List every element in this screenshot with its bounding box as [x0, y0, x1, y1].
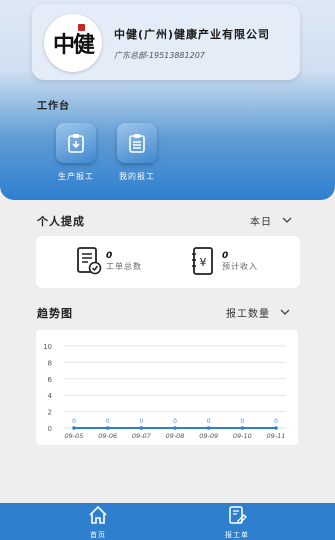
- metric-selector-label: 报工数量: [226, 309, 270, 320]
- data-label: 0: [106, 418, 110, 425]
- nav-report-sheet[interactable]: 报工单: [212, 505, 262, 540]
- home-icon: [89, 505, 107, 524]
- stats-card: 0 工单总数 ¥ 0 预计收入: [36, 236, 300, 288]
- y-tick-label: 6: [48, 376, 53, 384]
- work-order-total: 0 工单总数: [76, 246, 142, 276]
- document-check-icon: [77, 247, 102, 275]
- x-tick-label: 09-06: [98, 432, 117, 440]
- chevron-down-icon: [280, 309, 290, 315]
- clipboard-download-icon: [56, 123, 96, 163]
- y-tick-label: 0: [48, 425, 52, 433]
- x-tick-label: 09-09: [199, 432, 218, 440]
- chevron-down-icon: [282, 217, 292, 223]
- data-label: 0: [207, 418, 211, 425]
- data-point: [139, 426, 144, 430]
- work-order-total-label: 工单总数: [106, 261, 142, 271]
- y-tick-label: 10: [43, 343, 52, 351]
- expected-income-label: 预计收入: [222, 261, 258, 271]
- bottom-nav-bar: 首页 报工单: [0, 503, 335, 540]
- company-subtitle: 广东总部-19513881207: [114, 51, 205, 60]
- data-point: [105, 426, 110, 430]
- data-label: 0: [274, 418, 278, 425]
- data-label: 0: [72, 418, 76, 425]
- data-point: [274, 426, 278, 430]
- y-tick-label: 2: [48, 409, 52, 417]
- my-report-button[interactable]: 我的报工: [111, 123, 163, 182]
- data-point: [206, 426, 211, 430]
- x-tick-label: 09-07: [132, 432, 152, 440]
- trend-title: 趋势图: [37, 307, 73, 320]
- logo-text: 中健: [52, 32, 95, 58]
- data-point: [72, 426, 76, 430]
- nav-home[interactable]: 首页: [73, 505, 123, 540]
- period-selector[interactable]: 本日: [250, 213, 292, 228]
- company-card: 中健 中健(广州)健康产业有限公司 广东总部-19513881207: [32, 4, 300, 80]
- production-report-button[interactable]: 生产报工: [50, 123, 102, 182]
- yen-notebook-icon: ¥: [192, 247, 213, 275]
- period-selector-label: 本日: [250, 217, 272, 228]
- svg-text:¥: ¥: [200, 256, 207, 269]
- company-name: 中健(广州)健康产业有限公司: [114, 28, 271, 41]
- my-report-label: 我的报工: [119, 172, 155, 181]
- metric-selector[interactable]: 报工数量: [226, 305, 290, 320]
- data-point: [240, 426, 245, 430]
- workbench-title: 工作台: [37, 101, 70, 112]
- x-tick-label: 09-10: [233, 432, 252, 440]
- trend-chart-card: 10 8 6 4 2 0 0 09-05 0 09-06 0 09-07 0 09-08 0 09-09 0 09…: [36, 330, 298, 445]
- edit-document-icon: [229, 506, 247, 524]
- x-tick-label: 09-05: [65, 432, 84, 440]
- production-report-label: 生产报工: [58, 172, 94, 181]
- work-order-total-value: 0: [106, 250, 113, 261]
- x-tick-label: 09-08: [166, 432, 185, 440]
- data-label: 0: [240, 418, 244, 425]
- data-point: [173, 426, 177, 430]
- y-tick-label: 4: [48, 392, 53, 400]
- data-label: 0: [139, 418, 143, 425]
- company-logo: 中健: [44, 14, 102, 72]
- expected-income: ¥ 0 预计收入: [190, 246, 258, 276]
- trend-chart: 10 8 6 4 2 0 0 09-05 0 09-06 0 09-07 0 09-08 0 09-09 0 09…: [43, 343, 286, 440]
- x-tick-label: 09-11: [267, 432, 286, 440]
- nav-report-sheet-label: 报工单: [225, 531, 249, 539]
- nav-home-label: 首页: [90, 531, 106, 539]
- logo-seal: [78, 24, 85, 31]
- performance-title: 个人提成: [37, 215, 85, 228]
- data-label: 0: [173, 418, 177, 425]
- expected-income-value: 0: [222, 250, 229, 261]
- y-tick-label: 8: [48, 359, 52, 367]
- clipboard-list-icon: [117, 123, 157, 163]
